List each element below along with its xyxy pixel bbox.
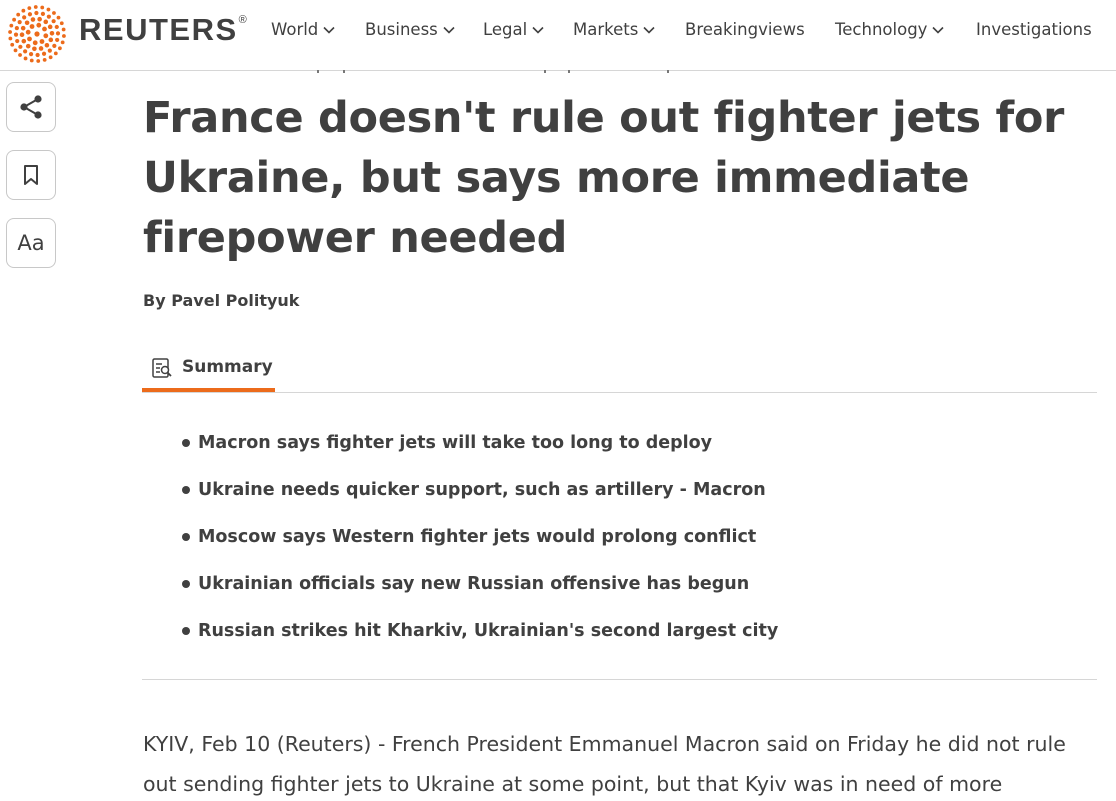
chevron-down-icon bbox=[443, 26, 455, 34]
nav-label: World bbox=[271, 20, 319, 39]
nav-label: Technology bbox=[835, 20, 928, 39]
bullet-dot bbox=[182, 486, 190, 494]
nav-world[interactable]: World bbox=[271, 20, 335, 39]
brand-name: REUTERS bbox=[79, 12, 238, 47]
bullet-dot bbox=[182, 580, 190, 588]
nav-technology[interactable]: Technology bbox=[835, 20, 945, 39]
bookmark-button[interactable] bbox=[6, 150, 56, 200]
brand-wordmark[interactable]: REUTERS® bbox=[79, 12, 248, 48]
nav-markets[interactable]: Markets bbox=[573, 20, 655, 39]
bookmark-icon bbox=[24, 165, 38, 185]
summary-item: Russian strikes hit Kharkiv, Ukrainian's… bbox=[180, 618, 778, 665]
text-size-button[interactable]: Aa bbox=[6, 218, 56, 268]
nav-investigations[interactable]: Investigations bbox=[976, 20, 1092, 39]
summary-item-text: Macron says fighter jets will take too l… bbox=[198, 433, 713, 453]
nav-label: Business bbox=[365, 20, 438, 39]
summary-document-icon bbox=[152, 358, 172, 378]
nav-legal[interactable]: Legal bbox=[483, 20, 544, 39]
chevron-down-icon bbox=[932, 26, 945, 34]
share-button[interactable] bbox=[6, 82, 56, 132]
bullet-dot bbox=[182, 627, 190, 635]
nav-label: Investigations bbox=[976, 20, 1092, 39]
summary-list: Macron says fighter jets will take too l… bbox=[180, 430, 778, 665]
summary-item-text: Ukrainian officials say new Russian offe… bbox=[198, 574, 750, 594]
trademark-symbol: ® bbox=[238, 13, 249, 26]
summary-item-text: Moscow says Western fighter jets would p… bbox=[198, 527, 757, 547]
summary-item: Ukraine needs quicker support, such as a… bbox=[180, 477, 778, 524]
summary-item: Ukrainian officials say new Russian offe… bbox=[180, 571, 778, 618]
article-byline[interactable]: By Pavel Polityuk bbox=[143, 291, 299, 310]
bullet-dot bbox=[182, 439, 190, 447]
nav-label: Markets bbox=[573, 20, 639, 39]
site-header: REUTERS® World Business Legal Markets Br… bbox=[0, 0, 1116, 71]
nav-label: Legal bbox=[483, 20, 528, 39]
nav-business[interactable]: Business bbox=[365, 20, 455, 39]
article-page: REUTERS® World Business Legal Markets Br… bbox=[0, 0, 1116, 801]
summary-item-text: Ukraine needs quicker support, such as a… bbox=[198, 480, 766, 500]
tab-summary[interactable]: Summary bbox=[142, 352, 275, 392]
chevron-down-icon bbox=[532, 26, 544, 34]
section-divider bbox=[142, 679, 1097, 680]
breadcrumb-cutoff bbox=[0, 70, 1116, 74]
summary-tabbar: Summary bbox=[142, 352, 1097, 393]
nav-label: Breakingviews bbox=[685, 20, 805, 39]
text-size-label: Aa bbox=[17, 231, 45, 255]
reuters-dot-logo-icon[interactable] bbox=[6, 3, 68, 65]
summary-item: Moscow says Western fighter jets would p… bbox=[180, 524, 778, 571]
chevron-down-icon bbox=[643, 26, 655, 34]
summary-item: Macron says fighter jets will take too l… bbox=[180, 430, 778, 477]
article-headline: France doesn't rule out fighter jets for… bbox=[143, 93, 1065, 263]
chevron-down-icon bbox=[323, 26, 335, 34]
tab-summary-label: Summary bbox=[182, 357, 273, 377]
bullet-dot bbox=[182, 533, 190, 541]
nav-breakingviews[interactable]: Breakingviews bbox=[685, 20, 805, 39]
article-body-paragraph: KYIV, Feb 10 (Reuters) - French Presiden… bbox=[143, 732, 1066, 796]
summary-item-text: Russian strikes hit Kharkiv, Ukrainian's… bbox=[198, 621, 779, 641]
share-icon bbox=[20, 95, 42, 119]
